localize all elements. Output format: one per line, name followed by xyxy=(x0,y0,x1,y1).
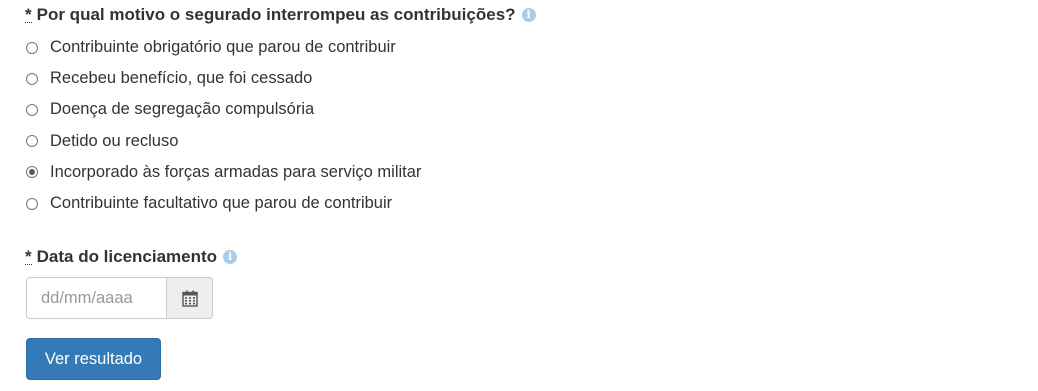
info-circle-icon[interactable]: i xyxy=(223,250,238,264)
radio-option-contribuinte-facultativo[interactable]: Contribuinte facultativo que parou de co… xyxy=(26,188,421,219)
question-text: Data do licenciamento xyxy=(36,247,218,266)
radio-button[interactable] xyxy=(26,103,38,116)
radio-label[interactable]: Contribuinte obrigatório que parou de co… xyxy=(50,38,396,57)
radio-button[interactable] xyxy=(26,41,38,54)
radio-label[interactable]: Doença de segregação compulsória xyxy=(50,100,314,119)
radio-button[interactable] xyxy=(26,72,38,85)
calendar-button[interactable] xyxy=(166,277,213,319)
date-input-group xyxy=(26,277,213,319)
ver-resultado-button[interactable]: Ver resultado xyxy=(26,338,161,380)
required-marker: * xyxy=(25,4,32,24)
question-label-interruption-reason: * Por qual motivo o segurado interrompeu… xyxy=(25,5,536,25)
calendar-icon xyxy=(181,290,198,307)
radio-label[interactable]: Recebeu benefício, que foi cessado xyxy=(50,69,312,88)
info-circle-icon[interactable]: i xyxy=(521,8,536,22)
radio-button[interactable] xyxy=(26,197,38,210)
question-label-licensing-date: * Data do licenciamento i xyxy=(25,246,238,267)
radio-option-recebeu-beneficio[interactable]: Recebeu benefício, que foi cessado xyxy=(26,63,421,94)
radio-button[interactable] xyxy=(26,135,38,148)
radio-option-doenca-segregacao[interactable]: Doença de segregação compulsória xyxy=(26,94,421,125)
radio-label[interactable]: Contribuinte facultativo que parou de co… xyxy=(50,194,392,213)
licensing-date-input[interactable] xyxy=(26,277,166,319)
required-marker: * xyxy=(25,246,32,266)
radio-button-selected[interactable] xyxy=(26,166,38,179)
question-text: Por qual motivo o segurado interrompeu a… xyxy=(36,5,516,24)
radio-label[interactable]: Detido ou recluso xyxy=(50,132,178,151)
radio-option-forcas-armadas[interactable]: Incorporado às forças armadas para servi… xyxy=(26,157,421,188)
interruption-reason-radio-group: Contribuinte obrigatório que parou de co… xyxy=(26,32,421,219)
radio-option-detido-recluso[interactable]: Detido ou recluso xyxy=(26,126,421,157)
form-container: * Por qual motivo o segurado interrompeu… xyxy=(0,0,1038,391)
radio-option-contribuinte-obrigatorio[interactable]: Contribuinte obrigatório que parou de co… xyxy=(26,32,421,63)
radio-label[interactable]: Incorporado às forças armadas para servi… xyxy=(50,163,421,182)
